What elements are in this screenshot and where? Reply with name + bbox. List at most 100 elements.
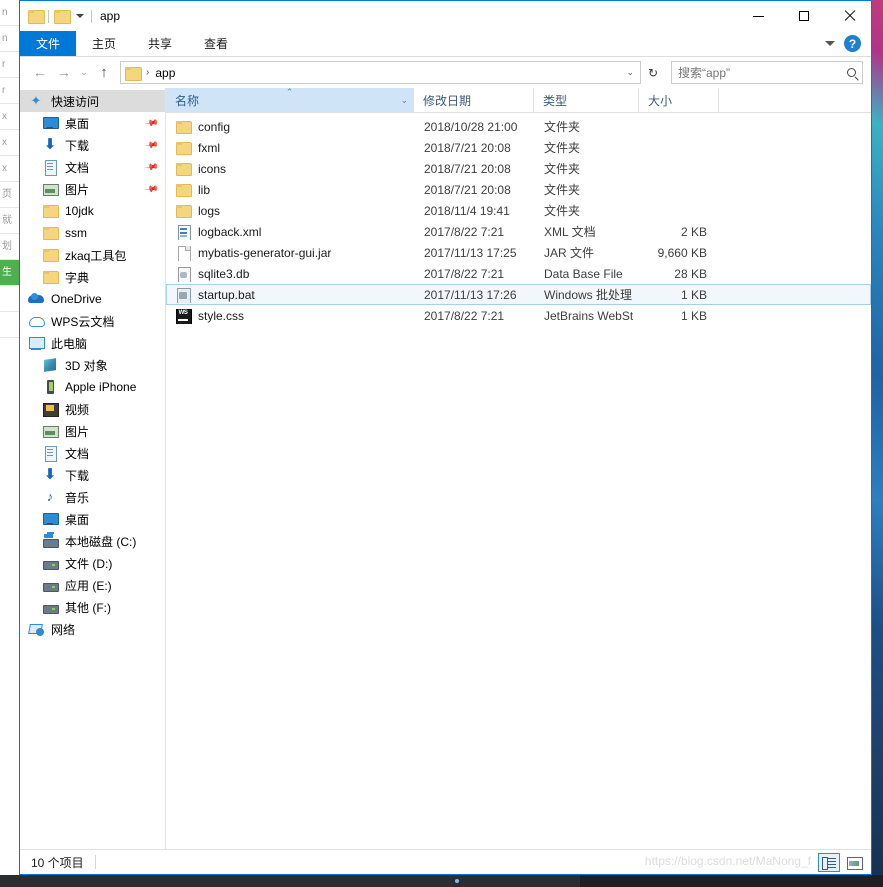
table-row[interactable]: sqlite3.db 2017/8/22 7:21 Data Base File 28…: [166, 263, 871, 284]
table-row[interactable]: fxml 2018/7/21 20:08 文件夹: [166, 137, 871, 158]
pin-icon[interactable]: 📌: [144, 137, 159, 152]
sidebar-item-5[interactable]: 10jdk: [20, 200, 165, 222]
taskbar[interactable]: [0, 875, 883, 887]
address-input[interactable]: › app ⌄: [120, 61, 641, 84]
cell-size: 1 KB: [680, 308, 707, 323]
details-view-button[interactable]: [818, 852, 840, 872]
sidebar-item-6[interactable]: ssm: [20, 222, 165, 244]
minimize-button[interactable]: [736, 1, 781, 31]
ribbon-tab-bar[interactable]: 文件 主页 共享 查看 ?: [20, 31, 871, 57]
sidebar-item-11[interactable]: 此电脑: [20, 332, 165, 354]
system-drive-icon: [42, 533, 59, 549]
table-row[interactable]: style.css 2017/8/22 7:21 JetBrains WebSt 1 …: [166, 305, 871, 326]
refresh-button[interactable]: ↻: [641, 61, 665, 85]
table-row[interactable]: icons 2018/7/21 20:08 文件夹: [166, 158, 871, 179]
pin-icon[interactable]: 📌: [144, 115, 159, 130]
sidebar-item-14[interactable]: 视频: [20, 398, 165, 420]
sidebar-item-1[interactable]: 桌面 📌: [20, 112, 165, 134]
large-icons-view-button[interactable]: [843, 853, 865, 872]
chevron-down-icon[interactable]: [76, 14, 84, 18]
tab-share[interactable]: 共享: [132, 31, 188, 56]
sidebar-item-16[interactable]: 文档: [20, 442, 165, 464]
help-button[interactable]: ?: [844, 35, 861, 52]
sidebar-item-9[interactable]: OneDrive: [20, 288, 165, 310]
window-controls[interactable]: [736, 1, 871, 31]
sidebar-item-17[interactable]: ⬇ 下载: [20, 464, 165, 486]
table-row[interactable]: logback.xml 2017/8/22 7:21 XML 文档 2 KB: [166, 221, 871, 242]
sidebar-item-22[interactable]: 应用 (E:): [20, 574, 165, 596]
folder-icon[interactable]: [54, 10, 71, 24]
sidebar-item-15[interactable]: 图片: [20, 420, 165, 442]
table-row[interactable]: mybatis-generator-gui.jar 2017/11/13 17:2…: [166, 242, 871, 263]
sidebar-item-label: 网络: [51, 622, 76, 637]
tab-view[interactable]: 查看: [188, 31, 244, 56]
pin-icon[interactable]: 📌: [144, 181, 159, 196]
sidebar-item-2[interactable]: ⬇ 下载 📌: [20, 134, 165, 156]
sidebar-item-4[interactable]: 图片 📌: [20, 178, 165, 200]
cell-type: JetBrains WebSt: [544, 308, 634, 323]
sidebar-item-3[interactable]: 文档 📌: [20, 156, 165, 178]
column-header-name[interactable]: ⌃ 名称 ⌄: [166, 88, 414, 112]
navigation-pane[interactable]: ✦ 快速访问 桌面 📌 ⬇ 下载 📌 文档 📌 图片 📌 10jdk ssm zkaq工具包 字典 OneDr…: [20, 88, 166, 849]
address-actions[interactable]: ⌄: [626, 67, 636, 78]
column-headers[interactable]: ⌃ 名称 ⌄ 修改日期 类型 大小: [166, 88, 871, 113]
sidebar-item-21[interactable]: 文件 (D:): [20, 552, 165, 574]
column-header-date[interactable]: 修改日期: [414, 88, 534, 112]
search-input[interactable]: [678, 65, 847, 80]
sidebar-item-label: ssm: [65, 226, 87, 240]
database-file-icon: [175, 266, 191, 282]
column-header-type[interactable]: 类型: [534, 88, 639, 112]
sidebar-item-10[interactable]: WPS云文档: [20, 310, 165, 332]
view-toggle-group[interactable]: [818, 852, 871, 872]
tab-home[interactable]: 主页: [76, 31, 132, 56]
sidebar-item-24[interactable]: 网络: [20, 618, 165, 640]
table-row[interactable]: lib 2018/7/21 20:08 文件夹: [166, 179, 871, 200]
chevron-down-icon[interactable]: ⌄: [400, 95, 408, 106]
table-row[interactable]: startup.bat 2017/11/13 17:26 Windows 批处理 1 …: [166, 284, 871, 305]
sidebar-item-23[interactable]: 其他 (F:): [20, 596, 165, 618]
sidebar-item-8[interactable]: 字典: [20, 266, 165, 288]
cell-size: 1 KB: [680, 287, 707, 302]
pin-icon[interactable]: 📌: [144, 159, 159, 174]
folder-icon: [175, 119, 192, 135]
cell-type: 文件夹: [544, 183, 581, 197]
close-button[interactable]: [826, 1, 871, 31]
breadcrumb[interactable]: app: [155, 66, 175, 80]
file-list-pane[interactable]: ⌃ 名称 ⌄ 修改日期 类型 大小 config 2018/10/28 21:00…: [166, 88, 871, 849]
folder-icon: [125, 66, 142, 81]
file-name-label: sqlite3.db: [198, 266, 250, 281]
table-row[interactable]: config 2018/10/28 21:00 文件夹: [166, 116, 871, 137]
recent-locations-button[interactable]: ⌄: [76, 61, 92, 85]
file-explorer-window[interactable]: app 文件 主页 共享 查看 ? ← → ⌄ ↑ › app ⌄ ↻ 搜索“a…: [19, 0, 872, 875]
forward-button[interactable]: →: [52, 61, 76, 85]
ribbon-actions[interactable]: ?: [825, 31, 871, 56]
search-box[interactable]: [671, 61, 863, 84]
column-header-blank[interactable]: [719, 88, 871, 112]
sidebar-item-18[interactable]: ♪ 音乐: [20, 486, 165, 508]
chevron-down-icon[interactable]: ⌄: [626, 67, 634, 78]
sidebar-item-19[interactable]: 桌面: [20, 508, 165, 530]
column-header-size[interactable]: 大小: [639, 88, 719, 112]
back-button[interactable]: ←: [28, 61, 52, 85]
cell-date: 2017/11/13 17:25: [424, 245, 517, 260]
cell-date: 2017/8/22 7:21: [424, 224, 505, 239]
cell-name: fxml: [167, 140, 415, 156]
sidebar-item-12[interactable]: 3D 对象: [20, 354, 165, 376]
cell-type: Data Base File: [544, 266, 623, 281]
sidebar-item-13[interactable]: Apple iPhone: [20, 376, 165, 398]
up-button[interactable]: ↑: [92, 61, 116, 85]
title-bar[interactable]: app: [20, 1, 871, 31]
tab-file[interactable]: 文件: [20, 31, 77, 56]
quick-access-toolbar[interactable]: app: [20, 9, 120, 24]
chevron-down-icon[interactable]: [825, 41, 835, 46]
folder-icon: [175, 203, 192, 219]
bg-row: x: [0, 156, 21, 182]
table-row[interactable]: logs 2018/11/4 19:41 文件夹: [166, 200, 871, 221]
address-bar[interactable]: ← → ⌄ ↑ › app ⌄ ↻: [20, 57, 871, 88]
search-icon[interactable]: [847, 68, 856, 77]
sidebar-item-0[interactable]: ✦ 快速访问: [20, 90, 165, 112]
file-list[interactable]: config 2018/10/28 21:00 文件夹 fxml 2018/7/21 2…: [166, 113, 871, 849]
sidebar-item-20[interactable]: 本地磁盘 (C:): [20, 530, 165, 552]
maximize-button[interactable]: [781, 1, 826, 31]
sidebar-item-7[interactable]: zkaq工具包: [20, 244, 165, 266]
